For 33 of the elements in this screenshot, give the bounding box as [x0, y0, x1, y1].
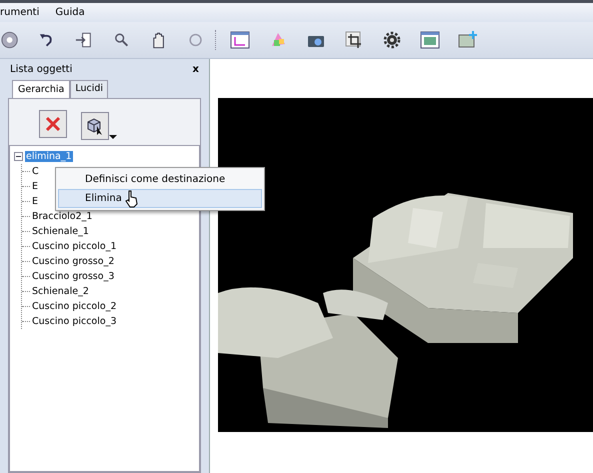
import-icon[interactable]: [74, 30, 94, 50]
tree-item[interactable]: Bracciolo2_1: [31, 211, 94, 222]
menu-item[interactable]: Elimina: [58, 189, 262, 208]
cube-select-button[interactable]: [81, 112, 109, 140]
collapse-icon[interactable]: [14, 152, 23, 161]
tree-item[interactable]: Schienale_1: [31, 226, 90, 237]
axes-window-icon[interactable]: [230, 30, 250, 50]
tree-item[interactable]: C: [31, 166, 40, 177]
panel-title: Lista oggetti: [10, 64, 72, 75]
menu-item[interactable]: rumenti: [0, 7, 40, 18]
hand-cursor-icon: [125, 190, 138, 208]
tree-item[interactable]: Cuscino piccolo_1: [31, 241, 118, 252]
menu-item[interactable]: Definisci come destinazione: [58, 170, 262, 189]
tree-item[interactable]: Schienale_2: [31, 286, 90, 297]
add-image-icon[interactable]: [458, 30, 478, 50]
close-button[interactable]: x: [192, 64, 199, 75]
crop-icon[interactable]: [344, 30, 364, 50]
tree-item[interactable]: E: [31, 196, 40, 207]
tree-item[interactable]: elimina_1: [25, 151, 73, 162]
tab[interactable]: Gerarchia: [12, 80, 70, 98]
cube-cursor-icon: [85, 116, 105, 136]
caret-icon[interactable]: [109, 134, 117, 140]
tab[interactable]: Lucidi: [70, 80, 108, 98]
x-icon: [44, 115, 62, 133]
tree-item[interactable]: Cuscino grosso_3: [31, 271, 116, 282]
tree-item[interactable]: Cuscino piccolo_3: [31, 316, 118, 327]
delete-button[interactable]: [39, 110, 67, 138]
menu-item[interactable]: Guida: [55, 7, 85, 18]
image-window-icon[interactable]: [420, 30, 440, 50]
tree-item[interactable]: E: [31, 181, 40, 192]
tree-item[interactable]: Cuscino grosso_2: [31, 256, 116, 267]
tree-item[interactable]: Cuscino piccolo_2: [31, 301, 118, 312]
settings-icon[interactable]: [382, 30, 402, 50]
